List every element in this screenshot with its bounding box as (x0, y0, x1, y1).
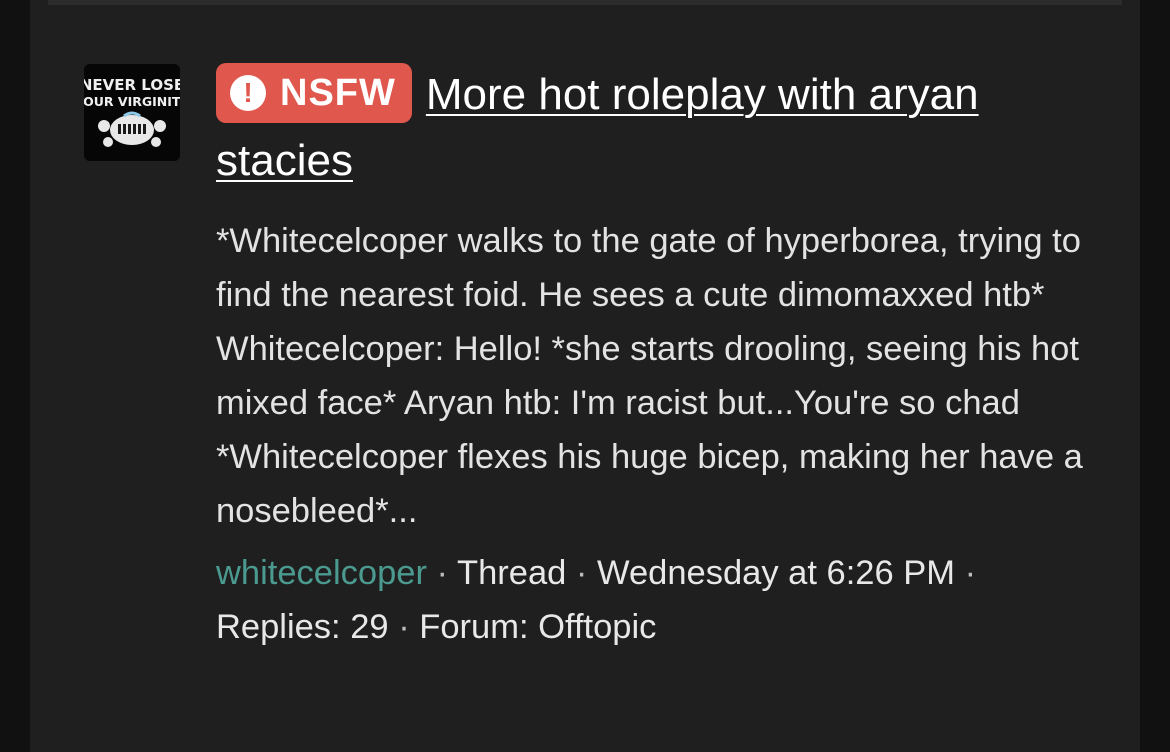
meta-separator: · (575, 554, 588, 592)
search-result-panel: NEVER LOSE YOUR VIRGINITY ! (30, 0, 1140, 752)
meta-separator: · (398, 608, 410, 646)
meta-separator: · (436, 554, 449, 592)
meta-separator: · (964, 554, 977, 592)
forum-name: Forum: Offtopic (419, 608, 657, 646)
nsfw-badge-label: NSFW (280, 72, 396, 114)
thread-title-line: ! NSFW More hot roleplay with aryan stac… (216, 62, 1096, 194)
thread-snippet: *Whitecelcoper walks to the gate of hype… (216, 222, 1083, 530)
thread-meta: whitecelcoper · Thread · Wednesday at 6:… (216, 546, 1096, 654)
avatar-logo-line1: NEVER LOSE (84, 76, 180, 94)
author-link[interactable]: whitecelcoper (216, 554, 427, 592)
avatar-logo-line2: YOUR VIRGINITY (84, 94, 180, 109)
avatar-logo: NEVER LOSE YOUR VIRGINITY (84, 64, 180, 161)
post-date: Wednesday at 6:26 PM (597, 554, 956, 592)
reply-count: Replies: 29 (216, 608, 389, 646)
top-divider (48, 0, 1122, 5)
exclamation-circle-icon: ! (230, 75, 266, 111)
nsfw-badge: ! NSFW (216, 63, 412, 123)
result-content: ! NSFW More hot roleplay with aryan stac… (216, 62, 1096, 654)
avatar[interactable]: NEVER LOSE YOUR VIRGINITY (84, 64, 180, 161)
content-type: Thread (457, 554, 567, 592)
